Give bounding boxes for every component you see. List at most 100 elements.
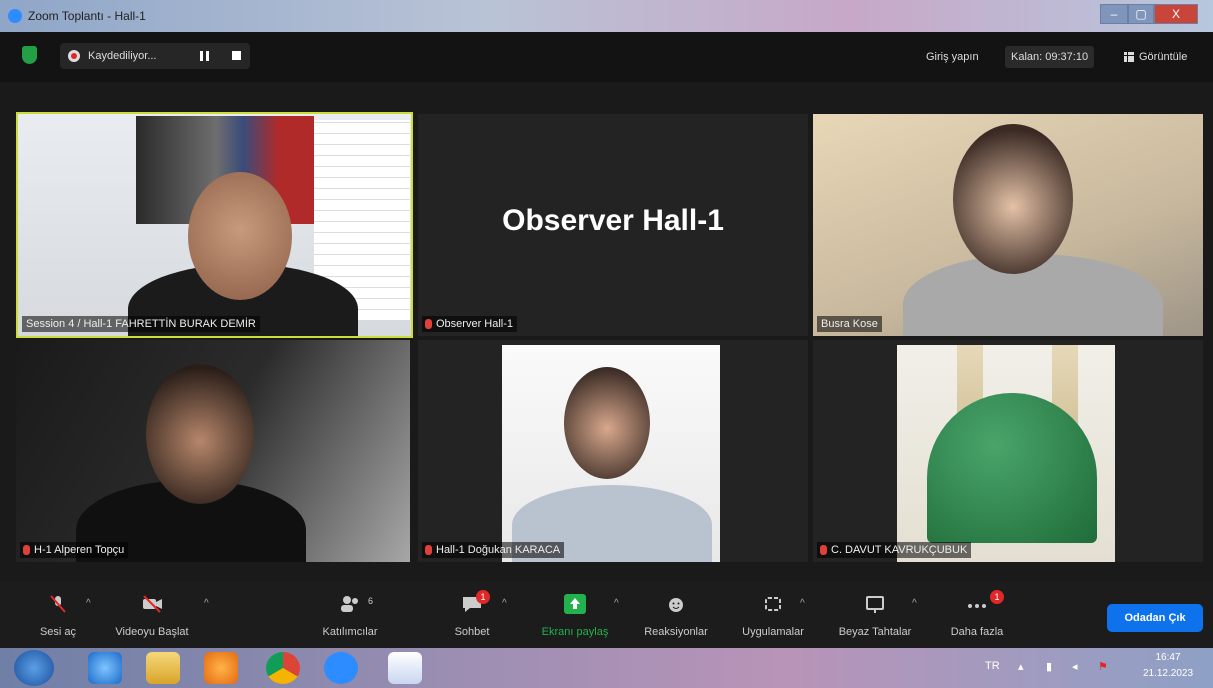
participants-label: Katılımcılar [322, 626, 378, 638]
whiteboards-button[interactable]: ^ Beyaz Tahtalar [826, 582, 924, 648]
pause-recording-icon[interactable] [200, 51, 209, 61]
reactions-icon [669, 598, 683, 612]
video-off-icon [143, 595, 162, 613]
clock-date: 21.12.2023 [1142, 668, 1194, 679]
participant-name-label: H-1 Alperen Topçu [20, 542, 129, 558]
participant-face [146, 364, 254, 504]
more-label: Daha fazla [950, 626, 1004, 638]
participant-name: Observer Hall-1 [436, 318, 514, 330]
volume-icon[interactable]: ◂ [1072, 660, 1078, 673]
video-tile-observer[interactable]: Observer Hall-1 Observer Hall-1 [418, 114, 808, 336]
unmute-button[interactable]: ^ Sesi aç [28, 582, 91, 648]
video-tile-davut[interactable]: C. DAVUT KAVRUKÇUBUK [813, 340, 1203, 562]
share-screen-label: Ekranı paylaş [541, 626, 609, 638]
internet-explorer-icon[interactable] [88, 652, 122, 684]
tray-expand-icon[interactable]: ▴ [1018, 660, 1024, 673]
chat-badge: 1 [476, 590, 490, 604]
view-label: Görüntüle [1139, 51, 1188, 63]
media-player-icon[interactable] [204, 652, 238, 684]
stop-recording-icon[interactable] [232, 51, 241, 60]
chat-options-chevron-icon[interactable]: ^ [502, 598, 507, 609]
recording-label: Kaydediliyor... [88, 50, 157, 62]
chat-label: Sohbet [454, 626, 490, 638]
share-screen-icon [564, 594, 586, 614]
more-badge: 1 [990, 590, 1004, 604]
muted-mic-icon [23, 545, 30, 555]
start-video-label: Videoyu Başlat [115, 626, 189, 638]
apps-icon [765, 597, 781, 611]
apps-options-chevron-icon[interactable]: ^ [800, 598, 805, 609]
security-shield-icon[interactable] [22, 46, 37, 64]
muted-mic-icon [425, 319, 432, 329]
participant-photo [502, 345, 720, 562]
start-video-button[interactable]: ^ Videoyu Başlat [112, 582, 209, 648]
muted-mic-icon [425, 545, 432, 555]
participant-name: Hall-1 Doğukan KARACA [436, 544, 561, 556]
windows-taskbar: TR ▴ ▮ ◂ ⚑ [0, 648, 1213, 688]
taskbar-clock[interactable]: 16:47 21.12.2023 [1128, 650, 1208, 682]
recording-dot-icon [68, 50, 80, 62]
apps-label: Uygulamalar [742, 626, 804, 638]
participant-name-label: Hall-1 Doğukan KARACA [422, 542, 565, 558]
chat-button[interactable]: 1 ^ Sohbet [440, 582, 507, 648]
participant-name-label: Busra Kose [817, 316, 882, 332]
remaining-time-badge: Kalan: 09:37:10 [1005, 46, 1095, 68]
reactions-label: Reaksiyonlar [644, 626, 708, 638]
participant-name-label: Observer Hall-1 [422, 316, 518, 332]
participant-name-label: Session 4 / Hall-1 FAHRETTİN BURAK DEMİR [22, 316, 260, 332]
unmute-label: Sesi aç [39, 626, 77, 638]
grid-view-icon [1124, 52, 1134, 62]
participant-photo-dome [897, 345, 1115, 562]
mic-muted-icon [50, 595, 66, 613]
participant-name: H-1 Alperen Topçu [34, 544, 125, 556]
window-title: Zoom Toplantı - Hall-1 [28, 9, 146, 23]
video-tile-dogukan[interactable]: Hall-1 Doğukan KARACA [418, 340, 808, 562]
maximize-button[interactable]: ▢ [1128, 4, 1154, 24]
whiteboards-label: Beyaz Tahtalar [838, 626, 912, 638]
whiteboard-icon [866, 596, 884, 613]
participant-name: C. DAVUT KAVRUKÇUBUK [831, 544, 968, 556]
more-button[interactable]: 1 Daha fazla [940, 582, 1014, 648]
window-controls: – ▢ X [1100, 4, 1198, 24]
audio-options-chevron-icon[interactable]: ^ [86, 598, 91, 609]
close-icon: X [1171, 7, 1180, 21]
participant-face [564, 367, 650, 479]
share-screen-button[interactable]: ^ Ekranı paylaş [528, 582, 622, 648]
participants-count: 6 [368, 596, 374, 606]
muted-mic-icon [820, 545, 827, 555]
network-icon[interactable]: ▮ [1046, 660, 1052, 673]
more-dots-icon [968, 604, 986, 608]
zoom-taskbar-icon[interactable] [324, 652, 358, 684]
action-center-flag-icon[interactable]: ⚑ [1098, 660, 1108, 673]
participant-display-title: Observer Hall-1 [502, 204, 724, 237]
language-indicator[interactable]: TR [985, 660, 1000, 672]
video-tile-alperen[interactable]: H-1 Alperen Topçu [16, 340, 410, 562]
share-options-chevron-icon[interactable]: ^ [614, 598, 619, 609]
participants-button[interactable]: 6 Katılımcılar [310, 582, 390, 648]
recording-indicator: Kaydediliyor... [60, 43, 250, 69]
reactions-button[interactable]: Reaksiyonlar [636, 582, 716, 648]
window-titlebar: Zoom Toplantı - Hall-1 [0, 0, 1213, 32]
video-gallery: Session 4 / Hall-1 FAHRETTİN BURAK DEMİR… [0, 82, 1213, 582]
apps-button[interactable]: ^ Uygulamalar [732, 582, 814, 648]
minimize-button[interactable]: – [1100, 4, 1128, 24]
clock-time: 16:47 [1155, 652, 1181, 663]
close-button[interactable]: X [1154, 4, 1198, 24]
video-options-chevron-icon[interactable]: ^ [204, 598, 209, 609]
video-tile-speaker[interactable]: Session 4 / Hall-1 FAHRETTİN BURAK DEMİR [16, 112, 413, 338]
meeting-toolbar: ^ Sesi aç ^ Videoyu Başlat 6 Katılımcıla… [0, 582, 1213, 648]
zoom-app-icon [8, 9, 22, 23]
view-button[interactable]: Görüntüle [1118, 46, 1193, 68]
start-button[interactable] [14, 650, 54, 686]
participants-icon [341, 596, 358, 612]
chrome-icon[interactable] [266, 652, 300, 684]
video-tile-busra[interactable]: Busra Kose [813, 114, 1203, 336]
whiteboard-options-chevron-icon[interactable]: ^ [912, 598, 917, 609]
word-icon[interactable] [388, 652, 422, 684]
participant-face [953, 124, 1073, 274]
participant-face [188, 172, 292, 300]
participant-name-label: C. DAVUT KAVRUKÇUBUK [817, 542, 972, 558]
leave-meeting-button[interactable]: Odadan Çık [1107, 604, 1203, 632]
file-explorer-icon[interactable] [146, 652, 180, 684]
login-button[interactable]: Giriş yapın [920, 46, 985, 68]
